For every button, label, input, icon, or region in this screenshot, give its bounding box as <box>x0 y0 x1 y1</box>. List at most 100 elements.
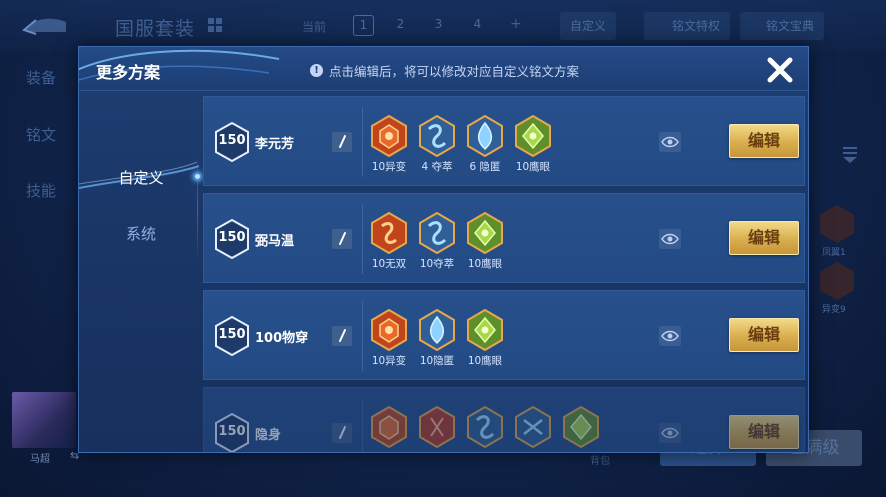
pencil-icon[interactable] <box>332 132 352 152</box>
rune-item[interactable]: 10无双 <box>370 212 408 271</box>
edit-button[interactable]: 编辑 <box>729 318 799 352</box>
rune-item[interactable] <box>418 406 456 450</box>
page-tab-4[interactable]: 4 <box>467 15 488 36</box>
page-tab-1[interactable]: 1 <box>353 15 374 36</box>
pencil-icon[interactable] <box>332 423 352 443</box>
rune-item[interactable] <box>562 406 600 450</box>
tab-divider <box>197 152 198 264</box>
rune-label: 10异变 <box>371 161 407 173</box>
rune-item[interactable]: 10鹰眼 <box>514 115 552 174</box>
eye-icon[interactable] <box>659 229 681 249</box>
rune-treasure-button[interactable]: 铭文宝典 <box>740 12 825 40</box>
rune-red-icon <box>371 309 407 351</box>
side-tab-runes[interactable]: 铭文 <box>26 124 56 145</box>
rune-label: 10夺萃 <box>419 258 455 270</box>
eye-icon[interactable] <box>659 423 681 443</box>
rune-red-icon <box>371 406 407 448</box>
level-badge: 150 <box>214 316 250 356</box>
edit-button[interactable]: 编辑 <box>729 221 799 255</box>
rune-label: 10隐匿 <box>419 355 455 367</box>
row-divider <box>362 398 363 452</box>
edit-button[interactable]: 编辑 <box>729 124 799 158</box>
close-icon[interactable] <box>765 55 795 85</box>
add-page-button[interactable]: + <box>510 16 522 32</box>
rune-group: 10异变 10隐匿 10鹰眼 <box>370 309 504 368</box>
rune-blue-icon <box>467 406 503 448</box>
dialog-title: 更多方案 <box>96 63 161 82</box>
rune-group: 10异变 4 夺萃 6 隐匿 10鹰眼 <box>370 115 552 174</box>
active-tab-indicator <box>193 172 202 181</box>
level-value: 150 <box>218 133 246 148</box>
rune-label: 6 隐匿 <box>469 161 501 173</box>
back-arrow-icon[interactable] <box>22 14 68 38</box>
background-rune-label-2: 异变9 <box>822 305 846 315</box>
level-value: 150 <box>218 230 246 245</box>
rune-green-icon <box>563 406 599 448</box>
rune-label: 10鹰眼 <box>467 258 503 270</box>
list-icon[interactable] <box>842 146 858 164</box>
level-badge: 150 <box>214 413 250 452</box>
rune-blue-icon <box>419 212 455 254</box>
rune-label: 4 夺萃 <box>421 161 453 173</box>
rune-label: 10鹰眼 <box>467 355 503 367</box>
scheme-row: 150 隐身 编辑 <box>203 387 805 452</box>
row-divider <box>362 301 363 371</box>
rune-item[interactable]: 10异变 <box>370 309 408 368</box>
scheme-row: 150 弼马温 10无双 10夺萃 10鹰眼 编辑 <box>203 193 805 283</box>
level-value: 150 <box>218 327 246 342</box>
side-tab-skills[interactable]: 技能 <box>26 180 56 201</box>
edit-button[interactable]: 编辑 <box>729 415 799 449</box>
tab-custom[interactable]: 自定义 <box>79 155 203 201</box>
rune-privilege-button[interactable]: 铭文特权 <box>644 12 731 40</box>
page-tab-3[interactable]: 3 <box>428 15 449 36</box>
rune-item[interactable] <box>514 406 552 450</box>
rune-item[interactable]: 4 夺萃 <box>418 115 456 174</box>
side-tab-equipment[interactable]: 装备 <box>26 67 56 88</box>
scheme-name: 隐身 <box>255 428 282 443</box>
eye-icon[interactable] <box>659 326 681 346</box>
pencil-icon[interactable] <box>332 326 352 346</box>
rune-item[interactable] <box>370 406 408 450</box>
rune-privilege-label: 铭文特权 <box>672 19 721 33</box>
rune-item[interactable]: 10异变 <box>370 115 408 174</box>
rune-red-icon <box>371 212 407 254</box>
rune-blue-icon <box>467 115 503 157</box>
scheme-type-tabs: 自定义 系统 <box>79 92 203 452</box>
rune-item[interactable]: 10夺萃 <box>418 212 456 271</box>
rune-item[interactable]: 10隐匿 <box>418 309 456 368</box>
current-label: 当前 <box>302 20 327 34</box>
edit-hint: ! 点击编辑后，将可以修改对应自定义铭文方案 <box>310 61 579 80</box>
rune-treasure-label: 铭文宝典 <box>766 19 815 33</box>
rune-green-icon <box>467 212 503 254</box>
tab-system[interactable]: 系统 <box>79 211 203 257</box>
rune-item[interactable]: 6 隐匿 <box>466 115 504 174</box>
scheme-name: 100物穿 <box>255 331 309 346</box>
rune-label: 10鹰眼 <box>515 161 551 173</box>
rune-green-icon <box>467 309 503 351</box>
scheme-row: 150 李元芳 10异变 4 夺萃 6 隐匿 10鹰眼 编辑 <box>203 96 805 186</box>
hero-avatar[interactable] <box>12 392 76 448</box>
rune-item[interactable] <box>466 406 504 450</box>
page-tab-2[interactable]: 2 <box>390 15 411 36</box>
edit-hint-text: 点击编辑后，将可以修改对应自定义铭文方案 <box>329 64 580 79</box>
scheme-list[interactable]: 150 李元芳 10异变 4 夺萃 6 隐匿 10鹰眼 编辑 150 弼马温 1… <box>203 96 808 452</box>
rune-group <box>370 406 600 450</box>
more-schemes-dialog: 更多方案 ! 点击编辑后，将可以修改对应自定义铭文方案 自定义 系统 150 李… <box>78 46 809 453</box>
scheme-name: 李元芳 <box>255 137 295 152</box>
background-rune-label-1: 凤翼1 <box>822 248 846 258</box>
grid-icon[interactable] <box>208 18 222 32</box>
rune-item[interactable]: 10鹰眼 <box>466 309 504 368</box>
rune-blue-icon <box>419 309 455 351</box>
level-badge: 150 <box>214 122 250 162</box>
row-divider <box>362 107 363 177</box>
rune-item[interactable]: 10鹰眼 <box>466 212 504 271</box>
scheme-row: 150 100物穿 10异变 10隐匿 10鹰眼 编辑 <box>203 290 805 380</box>
pencil-icon[interactable] <box>332 229 352 249</box>
rune-red-icon <box>419 406 455 448</box>
rune-label: 10无双 <box>371 258 407 270</box>
custom-button[interactable]: 自定义 <box>560 12 617 40</box>
eye-icon[interactable] <box>659 132 681 152</box>
rune-blue-icon <box>515 406 551 448</box>
rune-red-icon <box>371 115 407 157</box>
scheme-name: 弼马温 <box>255 234 295 249</box>
